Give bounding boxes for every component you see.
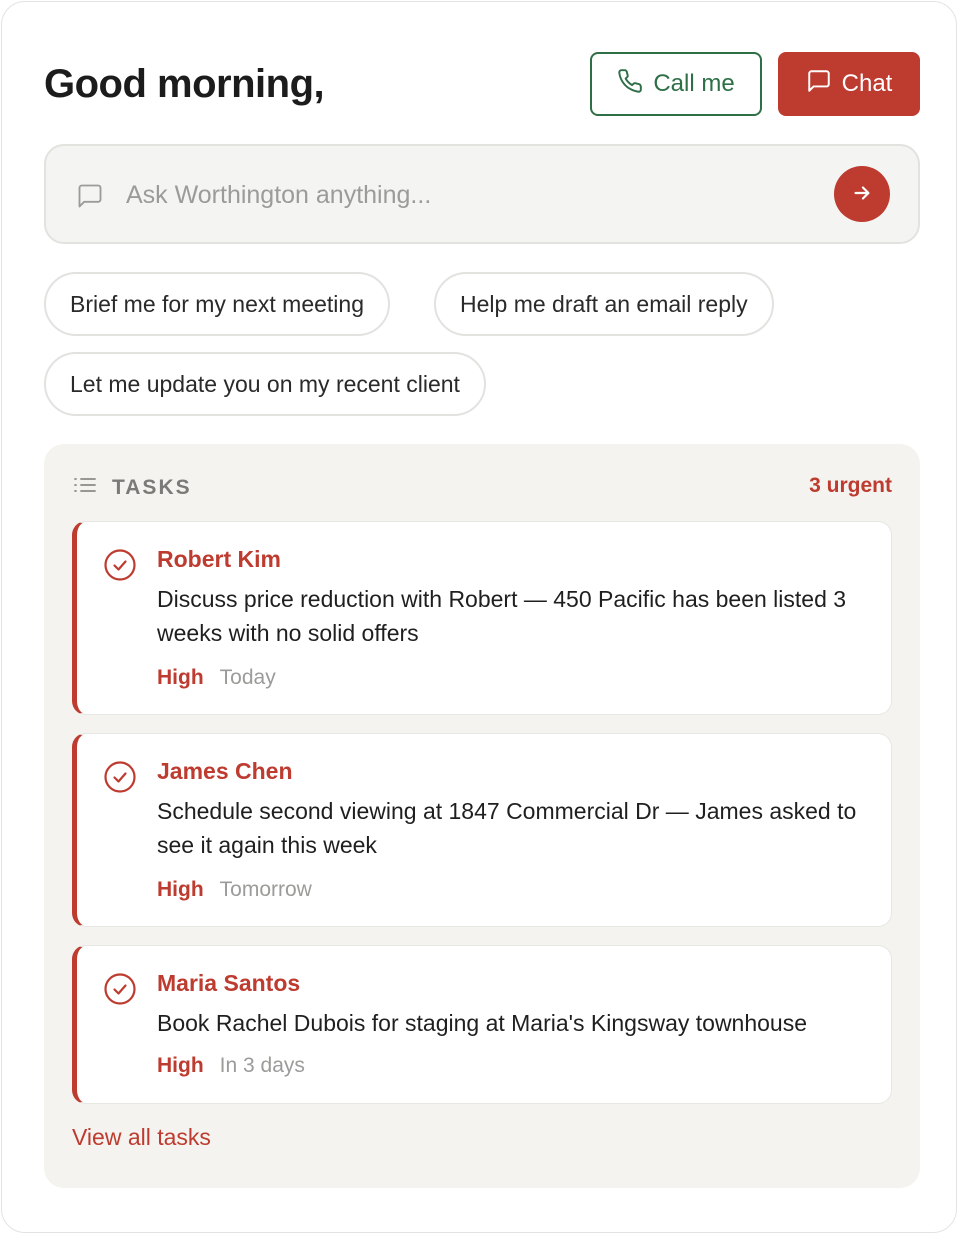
ask-input[interactable] <box>124 174 808 216</box>
check-circle-icon[interactable] <box>103 548 137 587</box>
arrow-right-icon <box>851 182 873 207</box>
chat-label: Chat <box>841 70 893 97</box>
task-card[interactable]: Maria Santos Book Rachel Dubois for stag… <box>72 945 892 1104</box>
chat-bubble-icon <box>806 68 832 101</box>
chat-button[interactable]: Chat <box>778 52 920 116</box>
task-priority: High <box>157 666 204 689</box>
view-all-tasks-link[interactable]: View all tasks <box>72 1124 211 1151</box>
task-meta: High Today <box>157 666 276 690</box>
call-me-button[interactable]: Call me <box>590 52 762 116</box>
task-priority: High <box>157 1054 204 1077</box>
task-card[interactable]: Robert Kim Discuss price reduction with … <box>72 521 892 715</box>
task-due-date: Today <box>219 666 276 689</box>
page-title: Good morning, <box>44 62 325 106</box>
task-description: Book Rachel Dubois for staging at Maria'… <box>157 1010 808 1036</box>
check-circle-icon[interactable] <box>103 760 137 799</box>
suggestion-chip-draft-email[interactable]: Help me draft an email reply <box>434 272 774 336</box>
task-priority: High <box>157 878 204 901</box>
task-client-name: Maria Santos <box>157 970 301 996</box>
task-card[interactable]: James Chen Schedule second viewing at 18… <box>72 733 892 927</box>
task-meta: High In 3 days <box>157 1054 305 1078</box>
suggestion-chip-brief-meeting[interactable]: Brief me for my next meeting <box>44 272 390 336</box>
task-client-name: James Chen <box>157 758 293 784</box>
ask-box <box>44 144 920 244</box>
list-icon <box>72 474 98 501</box>
message-square-icon <box>76 182 104 215</box>
task-meta: High Tomorrow <box>157 878 312 902</box>
tasks-title: TASKS <box>112 475 192 499</box>
urgent-count-badge: 3 urgent <box>809 474 892 497</box>
phone-icon <box>617 68 643 101</box>
task-description: Discuss price reduction with Robert — 45… <box>157 586 847 646</box>
task-due-date: Tomorrow <box>219 878 312 901</box>
task-due-date: In 3 days <box>219 1054 305 1077</box>
check-circle-icon[interactable] <box>103 972 137 1011</box>
suggestion-chip-update-client[interactable]: Let me update you on my recent client <box>44 352 486 416</box>
task-description: Schedule second viewing at 1847 Commerci… <box>157 798 857 858</box>
task-client-name: Robert Kim <box>157 546 281 572</box>
tasks-panel: TASKS 3 urgent Robert Kim Discuss price … <box>44 444 920 1188</box>
call-me-label: Call me <box>653 70 735 97</box>
tasks-header: TASKS <box>72 474 192 501</box>
app-frame: Good morning, Call me Chat Ask Worthingt… <box>1 1 957 1233</box>
send-button[interactable] <box>834 166 890 222</box>
